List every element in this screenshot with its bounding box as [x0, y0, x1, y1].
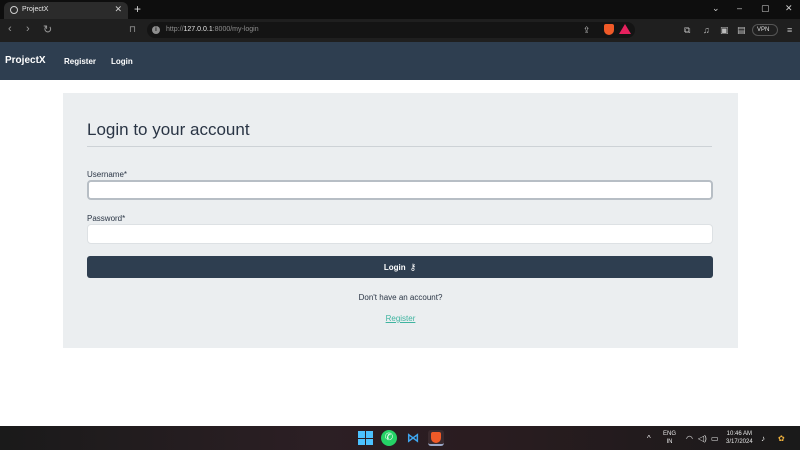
tab-close-icon[interactable]: ✕	[114, 4, 122, 15]
notification-bell-icon[interactable]: ♪	[761, 434, 765, 443]
password-label: Password*	[87, 214, 126, 223]
login-card: Login to your account Username* Password…	[63, 93, 738, 348]
site-navbar: ProjectX Register Login	[0, 42, 800, 80]
whatsapp-icon[interactable]: ✆	[381, 430, 397, 446]
tray-overflow-icon[interactable]: ^	[647, 434, 651, 443]
site-favicon-icon	[10, 6, 18, 14]
brave-browser-icon[interactable]	[428, 430, 444, 446]
wifi-icon[interactable]: ◠	[686, 434, 693, 443]
login-button-label: Login	[383, 263, 406, 272]
site-brand[interactable]: ProjectX	[5, 55, 46, 66]
minimize-button[interactable]: –	[737, 3, 742, 13]
brave-shields-icon[interactable]	[604, 24, 614, 35]
nav-link-register[interactable]: Register	[64, 57, 96, 66]
browser-toolbar: ‹ › ↻ ⊓ i http://127.0.0.1:8000/my-login…	[0, 19, 800, 42]
no-account-text: Don't have an account?	[358, 293, 443, 302]
nav-link-login[interactable]: Login	[111, 57, 133, 66]
clock[interactable]: 10:46 AM 3/17/2024	[726, 430, 753, 446]
menu-icon[interactable]: ≡	[787, 25, 792, 35]
wallet-icon[interactable]: ▤	[737, 25, 746, 36]
windows-start-icon[interactable]	[357, 430, 373, 446]
maximize-button[interactable]: ▢	[761, 3, 770, 14]
battery-icon[interactable]: ▭	[711, 434, 719, 443]
divider	[87, 146, 712, 147]
vpn-button[interactable]: VPN	[752, 24, 778, 36]
language-indicator[interactable]: ENG IN	[663, 430, 676, 446]
browser-tab[interactable]: ProjectX ✕	[4, 2, 128, 19]
region-code: IN	[666, 439, 673, 445]
clock-date: 3/17/2024	[726, 439, 753, 445]
site-info-icon[interactable]: i	[152, 26, 160, 34]
username-input[interactable]	[87, 180, 713, 200]
browser-tab-strip: ProjectX ✕ + ⌄ – ▢ ✕	[0, 0, 800, 19]
back-button[interactable]: ‹	[8, 23, 12, 35]
address-bar[interactable]: i http://127.0.0.1:8000/my-login	[147, 22, 635, 38]
bookmark-icon[interactable]: ⊓	[129, 24, 136, 35]
language-code: ENG	[663, 431, 677, 437]
vscode-icon[interactable]: ⋈	[405, 430, 421, 446]
forward-button[interactable]: ›	[26, 23, 30, 35]
copilot-icon[interactable]: ✿	[778, 434, 785, 443]
extensions-icon[interactable]: ⧉	[684, 25, 690, 36]
tab-title: ProjectX	[22, 6, 49, 13]
media-icon[interactable]: ♫	[703, 25, 710, 35]
address-url: http://127.0.0.1:8000/my-login	[166, 26, 259, 33]
taskbar: ✆ ⋈ ^ ENG IN ◠ ◁) ▭ 10:46 AM 3/17/2024 ♪…	[0, 426, 800, 450]
clock-time: 10:46 AM	[726, 431, 753, 437]
sidebar-icon[interactable]: ▣	[720, 25, 729, 36]
brave-rewards-icon[interactable]	[619, 24, 631, 34]
page-title: Login to your account	[87, 120, 250, 139]
volume-icon[interactable]: ◁)	[698, 434, 707, 443]
reload-button[interactable]: ↻	[43, 23, 52, 36]
share-icon[interactable]: ⇪	[583, 25, 591, 36]
tab-search-icon[interactable]: ⌄	[712, 3, 720, 14]
password-input[interactable]	[87, 224, 713, 244]
window-close-button[interactable]: ✕	[785, 3, 793, 14]
vpn-label: VPN	[757, 27, 770, 33]
new-tab-button[interactable]: +	[134, 2, 141, 16]
register-link[interactable]: Register	[63, 314, 738, 323]
key-icon: ⚷	[409, 262, 417, 272]
username-label: Username*	[87, 170, 128, 179]
login-button[interactable]: Login ⚷	[87, 256, 713, 278]
web-page: ProjectX Register Login Login to your ac…	[0, 42, 800, 426]
